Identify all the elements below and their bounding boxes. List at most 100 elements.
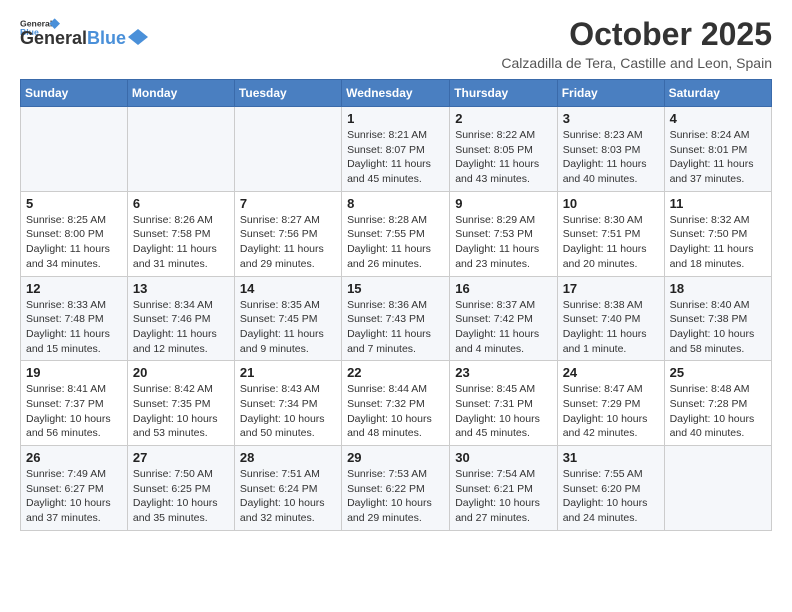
day-info: Sunrise: 8:47 AM Sunset: 7:29 PM Dayligh… (563, 382, 659, 441)
day-info: Sunrise: 8:44 AM Sunset: 7:32 PM Dayligh… (347, 382, 444, 441)
calendar-table: Sunday Monday Tuesday Wednesday Thursday… (20, 79, 772, 531)
calendar-week-row: 26Sunrise: 7:49 AM Sunset: 6:27 PM Dayli… (21, 446, 772, 531)
day-info: Sunrise: 8:36 AM Sunset: 7:43 PM Dayligh… (347, 298, 444, 357)
day-number: 22 (347, 365, 444, 380)
table-row: 4 Sunrise: 8:24 AM Sunset: 8:01 PM Daylig… (664, 107, 771, 192)
table-row: 19 Sunrise: 8:41 AM Sunset: 7:37 PM Dayli… (21, 361, 128, 446)
day-number: 17 (563, 281, 659, 296)
day-number: 13 (133, 281, 229, 296)
day-number: 2 (455, 111, 551, 126)
month-title: October 2025 (501, 16, 772, 53)
table-row: 8Sunrise: 8:28 AM Sunset: 7:55 PM Daylig… (342, 191, 450, 276)
day-number: 25 (670, 365, 766, 380)
table-row (21, 107, 128, 192)
day-info: Sunrise: 8:25 AM Sunset: 8:00 PM Dayligh… (26, 213, 122, 272)
table-row: 28 Sunrise: 7:51 AM Sunset: 6:24 PM Dayli… (234, 446, 341, 531)
day-number: 15 (347, 281, 444, 296)
table-row: 16Sunrise: 8:37 AM Sunset: 7:42 PM Dayli… (450, 276, 557, 361)
day-info: Sunrise: 8:35 AM Sunset: 7:45 PM Dayligh… (240, 298, 336, 357)
logo-general-text: General (20, 28, 87, 49)
table-row (234, 107, 341, 192)
table-row: 24 Sunrise: 8:47 AM Sunset: 7:29 PM Dayli… (557, 361, 664, 446)
location-title: Calzadilla de Tera, Castille and Leon, S… (501, 55, 772, 71)
calendar-week-row: 12 Sunrise: 8:33 AM Sunset: 7:48 PM Dayli… (21, 276, 772, 361)
header-monday: Monday (127, 80, 234, 107)
day-info: Sunrise: 7:49 AM Sunset: 6:27 PM Dayligh… (26, 467, 122, 526)
day-number: 18 (670, 281, 766, 296)
day-info: Sunrise: 7:55 AM Sunset: 6:20 PM Dayligh… (563, 467, 659, 526)
day-info: Sunrise: 8:41 AM Sunset: 7:37 PM Dayligh… (26, 382, 122, 441)
day-number: 10 (563, 196, 659, 211)
title-area: October 2025 Calzadilla de Tera, Castill… (501, 16, 772, 71)
day-number: 31 (563, 450, 659, 465)
day-number: 28 (240, 450, 336, 465)
day-number: 30 (455, 450, 551, 465)
day-number: 19 (26, 365, 122, 380)
day-number: 7 (240, 196, 336, 211)
table-row: 21 Sunrise: 8:43 AM Sunset: 7:34 PM Dayli… (234, 361, 341, 446)
day-info: Sunrise: 8:30 AM Sunset: 7:51 PM Dayligh… (563, 213, 659, 272)
day-number: 21 (240, 365, 336, 380)
day-info: Sunrise: 8:45 AM Sunset: 7:31 PM Dayligh… (455, 382, 551, 441)
table-row (127, 107, 234, 192)
logo-blue-text: Blue (87, 28, 126, 49)
table-row: 6 Sunrise: 8:26 AM Sunset: 7:58 PM Daylig… (127, 191, 234, 276)
calendar-week-row: 1 Sunrise: 8:21 AM Sunset: 8:07 PM Daylig… (21, 107, 772, 192)
table-row: 27 Sunrise: 7:50 AM Sunset: 6:25 PM Dayli… (127, 446, 234, 531)
logo: General Blue General Blue (20, 16, 148, 49)
day-number: 23 (455, 365, 551, 380)
day-number: 12 (26, 281, 122, 296)
table-row: 10 Sunrise: 8:30 AM Sunset: 7:51 PM Dayli… (557, 191, 664, 276)
logo-flag-icon (128, 29, 148, 47)
day-info: Sunrise: 7:54 AM Sunset: 6:21 PM Dayligh… (455, 467, 551, 526)
day-info: Sunrise: 8:29 AM Sunset: 7:53 PM Dayligh… (455, 213, 551, 272)
day-info: Sunrise: 8:27 AM Sunset: 7:56 PM Dayligh… (240, 213, 336, 272)
table-row: 23 Sunrise: 8:45 AM Sunset: 7:31 PM Dayli… (450, 361, 557, 446)
table-row: 17 Sunrise: 8:38 AM Sunset: 7:40 PM Dayli… (557, 276, 664, 361)
day-info: Sunrise: 8:43 AM Sunset: 7:34 PM Dayligh… (240, 382, 336, 441)
table-row: 15 Sunrise: 8:36 AM Sunset: 7:43 PM Dayli… (342, 276, 450, 361)
day-number: 24 (563, 365, 659, 380)
table-row: 26Sunrise: 7:49 AM Sunset: 6:27 PM Dayli… (21, 446, 128, 531)
table-row (664, 446, 771, 531)
calendar-header-row: Sunday Monday Tuesday Wednesday Thursday… (21, 80, 772, 107)
calendar-week-row: 19 Sunrise: 8:41 AM Sunset: 7:37 PM Dayli… (21, 361, 772, 446)
day-number: 5 (26, 196, 122, 211)
header-sunday: Sunday (21, 80, 128, 107)
table-row: 20Sunrise: 8:42 AM Sunset: 7:35 PM Dayli… (127, 361, 234, 446)
table-row: 3 Sunrise: 8:23 AM Sunset: 8:03 PM Daylig… (557, 107, 664, 192)
day-info: Sunrise: 8:23 AM Sunset: 8:03 PM Dayligh… (563, 128, 659, 187)
day-info: Sunrise: 7:51 AM Sunset: 6:24 PM Dayligh… (240, 467, 336, 526)
day-info: Sunrise: 8:40 AM Sunset: 7:38 PM Dayligh… (670, 298, 766, 357)
day-info: Sunrise: 8:32 AM Sunset: 7:50 PM Dayligh… (670, 213, 766, 272)
day-number: 4 (670, 111, 766, 126)
header-friday: Friday (557, 80, 664, 107)
page-header: General Blue General Blue October 2025 C… (20, 16, 772, 71)
day-info: Sunrise: 7:53 AM Sunset: 6:22 PM Dayligh… (347, 467, 444, 526)
day-number: 16 (455, 281, 551, 296)
table-row: 22 Sunrise: 8:44 AM Sunset: 7:32 PM Dayli… (342, 361, 450, 446)
day-info: Sunrise: 8:34 AM Sunset: 7:46 PM Dayligh… (133, 298, 229, 357)
table-row: 25Sunrise: 8:48 AM Sunset: 7:28 PM Dayli… (664, 361, 771, 446)
table-row: 13 Sunrise: 8:34 AM Sunset: 7:46 PM Dayli… (127, 276, 234, 361)
day-info: Sunrise: 7:50 AM Sunset: 6:25 PM Dayligh… (133, 467, 229, 526)
table-row: 7 Sunrise: 8:27 AM Sunset: 7:56 PM Daylig… (234, 191, 341, 276)
day-number: 1 (347, 111, 444, 126)
day-number: 3 (563, 111, 659, 126)
day-number: 27 (133, 450, 229, 465)
header-wednesday: Wednesday (342, 80, 450, 107)
table-row: 29Sunrise: 7:53 AM Sunset: 6:22 PM Dayli… (342, 446, 450, 531)
day-number: 6 (133, 196, 229, 211)
day-number: 9 (455, 196, 551, 211)
header-saturday: Saturday (664, 80, 771, 107)
day-info: Sunrise: 8:24 AM Sunset: 8:01 PM Dayligh… (670, 128, 766, 187)
day-number: 20 (133, 365, 229, 380)
day-info: Sunrise: 8:21 AM Sunset: 8:07 PM Dayligh… (347, 128, 444, 187)
day-info: Sunrise: 8:26 AM Sunset: 7:58 PM Dayligh… (133, 213, 229, 272)
day-info: Sunrise: 8:38 AM Sunset: 7:40 PM Dayligh… (563, 298, 659, 357)
day-info: Sunrise: 8:22 AM Sunset: 8:05 PM Dayligh… (455, 128, 551, 187)
day-info: Sunrise: 8:33 AM Sunset: 7:48 PM Dayligh… (26, 298, 122, 357)
table-row: 2 Sunrise: 8:22 AM Sunset: 8:05 PM Daylig… (450, 107, 557, 192)
header-tuesday: Tuesday (234, 80, 341, 107)
table-row: 31 Sunrise: 7:55 AM Sunset: 6:20 PM Dayli… (557, 446, 664, 531)
